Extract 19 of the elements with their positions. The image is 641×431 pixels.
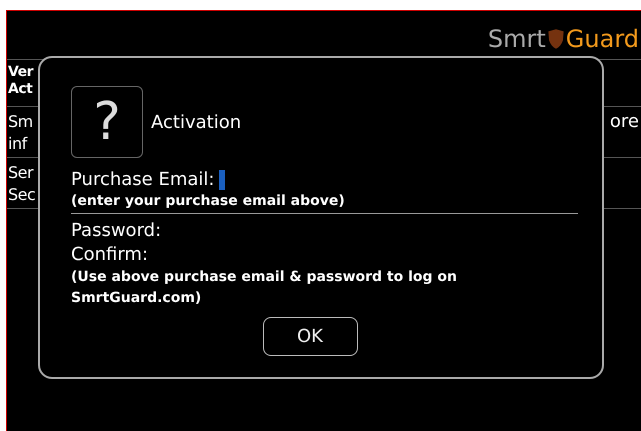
- confirm-label: Confirm:: [71, 243, 150, 267]
- email-label: Purchase Email:: [71, 168, 214, 192]
- list-text: Act: [8, 81, 33, 98]
- list-text: Ser: [8, 162, 34, 184]
- logo-text: Guard: [566, 25, 639, 53]
- list-text: ore: [610, 111, 639, 134]
- note-text: (Use above purchase email & password to log on SmrtGuard.com): [71, 268, 458, 308]
- email-hint: (enter your purchase email above): [71, 192, 346, 210]
- logo-text: Smrt: [488, 25, 546, 53]
- list-text: inf: [8, 133, 28, 155]
- list-text: Sm: [8, 111, 33, 133]
- list-text: Sec: [8, 184, 36, 206]
- dialog-title: Activation: [151, 112, 242, 132]
- question-icon: ?: [71, 86, 143, 158]
- ok-button[interactable]: OK: [262, 317, 358, 356]
- shield-icon: [546, 27, 565, 51]
- password-label: Password:: [71, 219, 162, 243]
- text-cursor[interactable]: [219, 170, 226, 190]
- list-text: Ver: [8, 64, 33, 81]
